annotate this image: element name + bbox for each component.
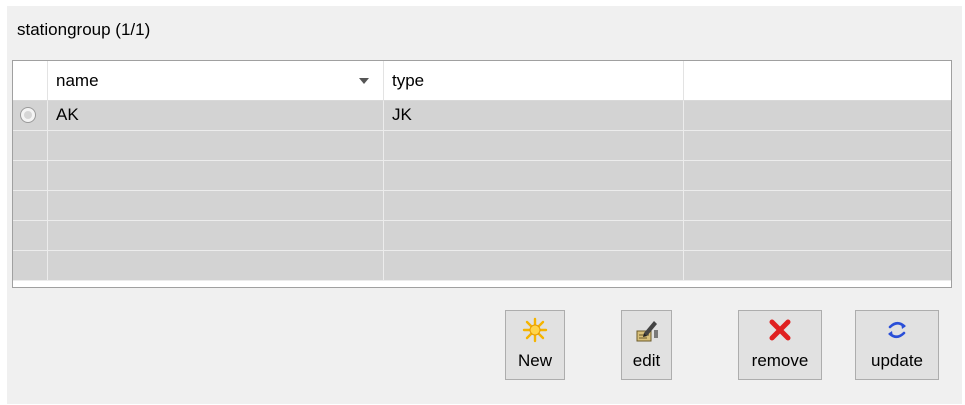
sun-icon	[506, 317, 564, 343]
grid-rows: AK JK	[13, 101, 951, 281]
cell-extra[interactable]	[684, 191, 951, 220]
cell-type[interactable]	[384, 191, 684, 220]
pencil-icon	[622, 317, 671, 343]
row-selector[interactable]	[13, 131, 48, 160]
row-selector[interactable]	[13, 101, 48, 130]
cell-name[interactable]	[48, 161, 384, 190]
table-row[interactable]	[13, 131, 951, 161]
cell-name[interactable]: AK	[48, 101, 384, 130]
cell-extra[interactable]	[684, 221, 951, 250]
update-button[interactable]: update	[855, 310, 939, 380]
cell-extra[interactable]	[684, 251, 951, 280]
column-header-name[interactable]: name	[48, 61, 384, 101]
new-button[interactable]: New	[505, 310, 565, 380]
table-row[interactable]	[13, 191, 951, 221]
remove-button[interactable]: remove	[738, 310, 822, 380]
edit-button-label: edit	[632, 351, 661, 370]
column-header-name-label: name	[56, 71, 99, 90]
stationgroup-grid[interactable]: name type AK JK	[12, 60, 952, 288]
column-header-type[interactable]: type	[384, 61, 684, 101]
row-selector[interactable]	[13, 221, 48, 250]
refresh-icon	[856, 317, 938, 343]
table-row[interactable]: AK JK	[13, 101, 951, 131]
group-title: stationgroup (1/1)	[17, 20, 151, 39]
cell-name[interactable]	[48, 131, 384, 160]
cell-extra[interactable]	[684, 131, 951, 160]
cell-extra[interactable]	[684, 101, 951, 130]
row-selector[interactable]	[13, 161, 48, 190]
table-row[interactable]	[13, 251, 951, 281]
cell-type[interactable]	[384, 131, 684, 160]
remove-button-label: remove	[751, 351, 809, 370]
row-selector[interactable]	[13, 251, 48, 280]
cell-name[interactable]	[48, 251, 384, 280]
table-row[interactable]	[13, 161, 951, 191]
header-selector-cell	[13, 61, 48, 101]
stationgroup-panel: stationgroup (1/1) name type AK JK New e…	[7, 6, 962, 404]
row-selector[interactable]	[13, 191, 48, 220]
column-header-extra[interactable]	[684, 61, 951, 101]
cell-extra[interactable]	[684, 161, 951, 190]
grid-header: name type	[13, 61, 951, 101]
red-x-icon	[739, 317, 821, 343]
table-row[interactable]	[13, 221, 951, 251]
edit-button[interactable]: edit	[621, 310, 672, 380]
sort-dropdown-icon[interactable]	[359, 78, 369, 84]
column-header-type-label: type	[392, 71, 425, 90]
row-radio-icon[interactable]	[20, 107, 36, 123]
update-button-label: update	[871, 351, 923, 370]
cell-type[interactable]	[384, 251, 684, 280]
cell-type[interactable]	[384, 221, 684, 250]
cell-type[interactable]	[384, 161, 684, 190]
new-button-label: New	[517, 351, 552, 370]
cell-type[interactable]: JK	[384, 101, 684, 130]
cell-name[interactable]	[48, 221, 384, 250]
cell-name[interactable]	[48, 191, 384, 220]
